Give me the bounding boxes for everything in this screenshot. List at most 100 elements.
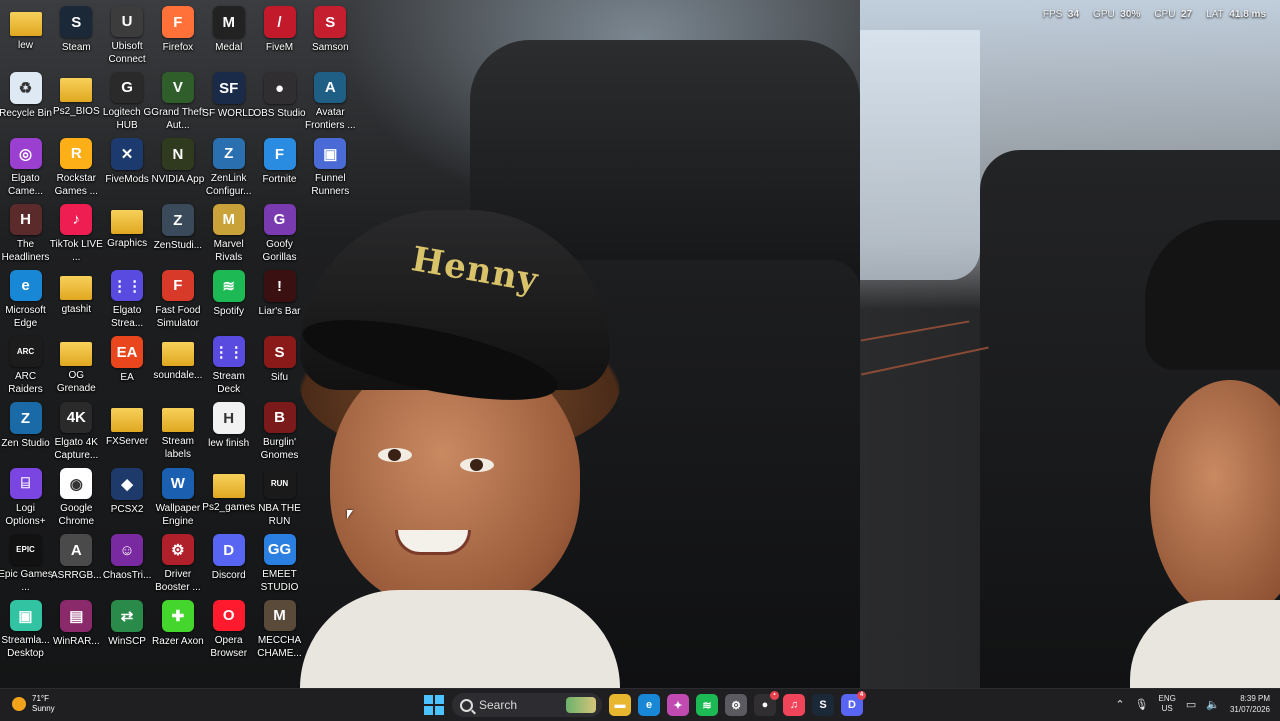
desktop-shortcut[interactable]: S Sifu	[254, 332, 305, 396]
desktop-shortcut[interactable]: S Samson	[305, 2, 356, 66]
marvel-rivals-icon: M	[212, 204, 245, 236]
obs-taskbar-icon[interactable]: ● •	[754, 691, 779, 716]
desktop-shortcut[interactable]: EPIC Epic Games ...	[0, 530, 53, 594]
desktop-shortcut[interactable]: F Fortnite	[254, 134, 305, 198]
desktop-shortcut[interactable]: ✚ Razer Axon	[152, 596, 204, 660]
desktop-shortcut[interactable]: Stream labels	[152, 398, 203, 462]
desktop-shortcut[interactable]: F Fast Food Simulator	[152, 266, 203, 330]
desktop-shortcut[interactable]: Z ZenStudi...	[152, 200, 203, 264]
desktop-shortcut[interactable]: ▣ Streamla... Desktop	[0, 596, 51, 660]
desktop-shortcut[interactable]: RUN NBA THE RUN	[254, 464, 305, 528]
desktop-shortcut[interactable]: ⚙ Driver Booster ...	[152, 530, 203, 594]
desktop-shortcut-label: WinRAR...	[52, 636, 100, 647]
discord-taskbar-icon[interactable]: D4	[841, 691, 866, 716]
desktop-shortcut[interactable]: O Opera Browser	[203, 596, 254, 660]
desktop-shortcut[interactable]: ▤ WinRAR...	[51, 596, 102, 660]
steam-taskbar-icon[interactable]: S	[812, 694, 834, 716]
desktop-shortcut[interactable]: ⋮⋮ Stream Deck	[203, 332, 254, 396]
desktop-shortcut[interactable]: ✕ FiveMods	[102, 134, 153, 198]
desktop-shortcut-label: Stream Deck	[212, 371, 245, 396]
arc-raiders-icon: ARC	[9, 336, 42, 368]
desktop-shortcut[interactable]: gtashit	[51, 266, 102, 330]
desktop-shortcut-label: Stream labels	[161, 436, 194, 460]
desktop-shortcut[interactable]: Ps2_BIOS	[51, 68, 102, 132]
desktop-shortcut[interactable]: Graphics	[102, 200, 153, 264]
desktop-shortcut[interactable]: ◎ Elgato Came...	[0, 134, 51, 198]
desktop-shortcut[interactable]: G Goofy Gorillas	[254, 200, 305, 264]
desktop-shortcut[interactable]: ≋ Spotify	[203, 266, 254, 330]
microphone-icon[interactable]: 🎙	[1135, 698, 1149, 711]
desktop-shortcut[interactable]: Ps2_games	[202, 464, 255, 528]
spotify-taskbar-icon[interactable]: ≋	[696, 694, 718, 716]
desktop-shortcut[interactable]: N NVIDIA App	[151, 134, 204, 198]
desktop-shortcut[interactable]: M Medal	[203, 2, 254, 66]
desktop-shortcut[interactable]: / FiveM	[254, 2, 305, 66]
desktop-shortcut-label: Sifu	[270, 372, 289, 383]
desktop-shortcut[interactable]: B Burglin' Gnomes	[254, 398, 305, 462]
desktop-shortcut[interactable]: ⋮⋮ Elgato Strea...	[102, 266, 153, 330]
chevron-up-icon[interactable]: ⌃	[1115, 698, 1124, 711]
desktop-shortcut[interactable]: ♻ Recycle Bin	[0, 68, 52, 132]
desktop-shortcut[interactable]: ♪ TikTok LIVE ...	[50, 200, 103, 264]
copilot-taskbar-icon[interactable]: ✦	[667, 694, 689, 716]
taskbar-search[interactable]: Search	[452, 693, 602, 717]
desktop-shortcut[interactable]: Hlew finish	[203, 398, 254, 462]
elgato-4k-icon: 4K	[60, 402, 93, 434]
desktop-shortcut[interactable]: Z Zen Studio	[0, 398, 51, 462]
winrar-icon: ▤	[60, 600, 93, 632]
folder-icon	[212, 474, 245, 498]
desktop-shortcut[interactable]: 4K Elgato 4K Capture...	[51, 398, 102, 462]
desktop-shortcut[interactable]: ARC ARC Raiders	[0, 332, 51, 396]
desktop-shortcut[interactable]: EA EA	[102, 332, 153, 396]
desktop-shortcut-label: Elgato Came...	[7, 173, 43, 198]
desktop-shortcut[interactable]: W Wallpaper Engine	[152, 464, 203, 528]
edge-taskbar-icon[interactable]: e	[638, 694, 660, 716]
desktop-shortcut[interactable]: ⌸ Logi Options+	[0, 464, 51, 528]
network-icon[interactable]: ▭	[1186, 698, 1196, 711]
desktop-shortcut[interactable]: A ASRRGB...	[51, 530, 102, 594]
zen-studio-icon: Z	[161, 204, 194, 236]
clock[interactable]: 8:39 PM 31/07/2026	[1230, 693, 1270, 715]
desktop-shortcut[interactable]: FXServer	[102, 398, 153, 462]
file-explorer-icon[interactable]: ▬	[609, 694, 631, 716]
desktop-shortcut[interactable]: ▣ Funnel Runners	[305, 134, 356, 198]
spotify-icon: ≋	[212, 270, 245, 302]
desktop-shortcut[interactable]: M Marvel Rivals	[203, 200, 254, 264]
desktop-shortcut[interactable]: OG Grenade	[51, 332, 102, 396]
start-button[interactable]	[423, 694, 445, 716]
desktop-shortcut-label: Samson	[311, 42, 349, 53]
desktop-shortcut[interactable]: V Grand Theft Aut...	[151, 68, 204, 132]
desktop-shortcut[interactable]: D Discord	[203, 530, 254, 594]
itunes-taskbar-icon[interactable]: ♫	[783, 694, 805, 716]
volume-icon[interactable]: 🔈	[1206, 698, 1220, 711]
desktop-shortcut[interactable]: R Rockstar Games ...	[51, 134, 102, 198]
desktop-shortcut[interactable]: ◉ Google Chrome	[51, 464, 102, 528]
edge-icon: e	[9, 270, 42, 302]
desktop-shortcut-label: Elgato 4K Capture...	[54, 437, 99, 462]
desktop-shortcut[interactable]: lew	[0, 2, 51, 66]
gpu-stat: GPU 30%	[1093, 9, 1141, 20]
desktop-shortcut[interactable]: ◆ PCSX2	[102, 464, 153, 528]
weather-widget[interactable]: 71°F Sunny	[12, 694, 55, 714]
desktop-shortcut-label: PCSX2	[110, 504, 144, 515]
desktop-shortcut[interactable]: U Ubisoft Connect	[102, 2, 153, 66]
taskbar: 71°F Sunny Search ▬ e ✦ ≋ ⚙ ● • ♫ S D 4 ⌃ 🎙 ENG US…	[0, 688, 1280, 721]
desktop-shortcut[interactable]: F Firefox	[152, 2, 203, 66]
desktop-shortcut[interactable]: ● OBS Studio	[253, 68, 306, 132]
desktop-shortcut[interactable]: ☺ ChaosTri...	[102, 530, 153, 594]
desktop-shortcut[interactable]: ⇄ WinSCP	[102, 596, 153, 660]
desktop-shortcut[interactable]: ! Liar's Bar	[254, 266, 305, 330]
desktop-shortcut[interactable]: SF SF WORLD	[202, 68, 255, 132]
desktop-shortcut[interactable]: A Avatar Frontiers ...	[305, 68, 356, 132]
desktop-shortcut[interactable]: S Steam	[51, 2, 102, 66]
document-icon: H	[212, 402, 245, 434]
language-indicator[interactable]: ENG US	[1159, 694, 1176, 714]
desktop-shortcut[interactable]: H The Headliners ...	[0, 200, 51, 264]
desktop-shortcut[interactable]: soundale...	[152, 332, 203, 396]
desktop-shortcut[interactable]: Z ZenLink Configur...	[203, 134, 254, 198]
desktop-shortcut[interactable]: M MECCHA CHAME...	[254, 596, 305, 660]
desktop-shortcut[interactable]: GG EMEET STUDIO	[254, 530, 305, 594]
desktop-shortcut[interactable]: G Logitech G HUB	[102, 68, 153, 132]
desktop-shortcut[interactable]: e Microsoft Edge	[0, 266, 51, 330]
settings-taskbar-icon[interactable]: ⚙	[725, 694, 747, 716]
